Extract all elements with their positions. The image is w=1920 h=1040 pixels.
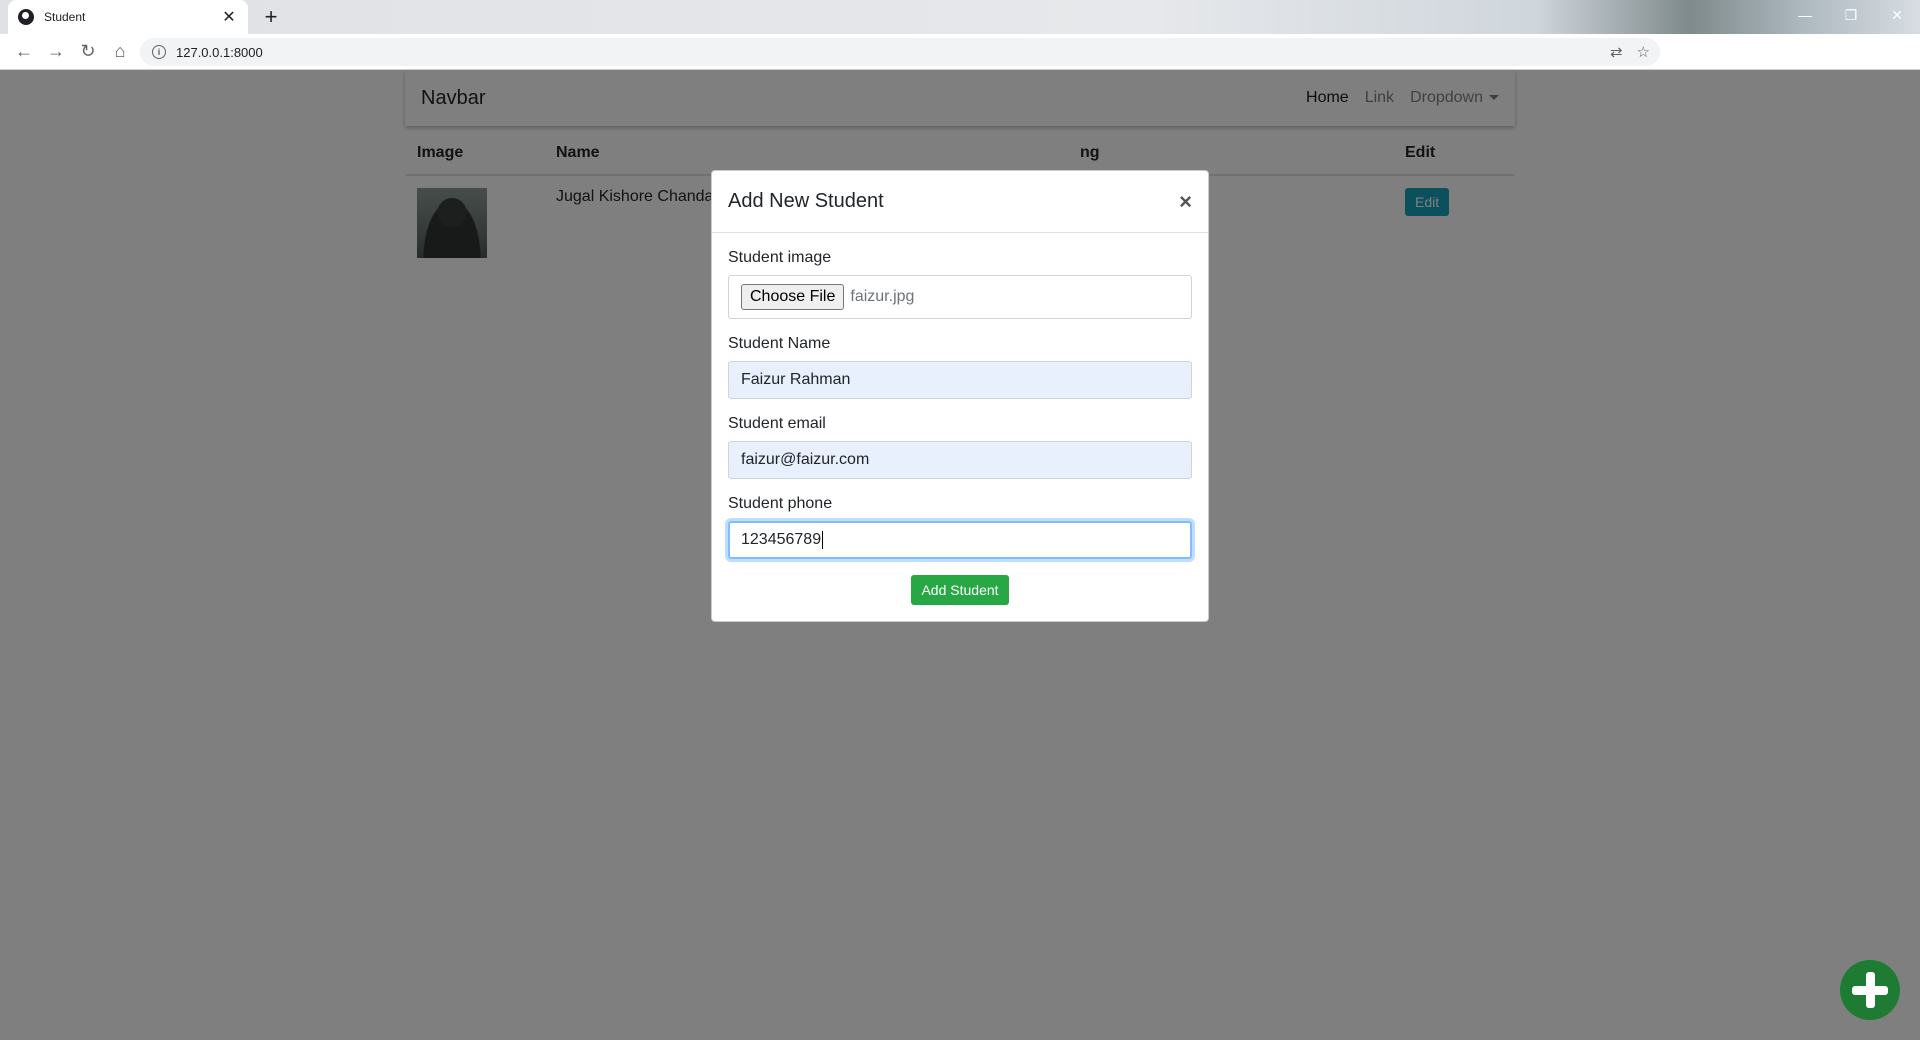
form-group-email: Student email faizur@faizur.com — [728, 415, 1192, 479]
translate-icon[interactable]: ⇄ — [1610, 43, 1623, 61]
address-bar[interactable]: i 127.0.0.1:8000 ⇄ ☆ — [140, 38, 1660, 66]
student-image-label: Student image — [728, 249, 832, 266]
student-phone-field[interactable]: 123456789 — [728, 521, 1192, 559]
restore-icon[interactable]: ❐ — [1828, 0, 1874, 30]
student-phone-value: 123456789 — [741, 531, 822, 548]
modal-header: Add New Student × — [712, 171, 1208, 233]
new-tab-button[interactable]: + — [258, 4, 284, 30]
close-icon[interactable]: × — [1179, 189, 1192, 215]
address-url: 127.0.0.1:8000 — [176, 44, 263, 60]
window-controls: — ❐ ✕ — [1782, 0, 1920, 30]
form-group-phone: Student phone 123456789 — [728, 495, 1192, 559]
back-icon[interactable]: ← — [8, 36, 40, 68]
reload-icon[interactable]: ↻ — [72, 36, 104, 68]
student-image-input[interactable]: Choose File faizur.jpg — [728, 275, 1192, 319]
modal-title: Add New Student — [728, 190, 884, 212]
add-student-modal: Add New Student × Student image Choose F… — [711, 170, 1209, 622]
minimize-icon[interactable]: — — [1782, 0, 1828, 30]
tab-title: Student — [44, 10, 86, 24]
browser-toolbar: ← → ↻ ⌂ i 127.0.0.1:8000 ⇄ ☆ G ▲ ✻ ◉ ◆ ⋮ — [0, 34, 1920, 94]
choose-file-button[interactable]: Choose File — [741, 284, 845, 310]
form-group-name: Student Name Faizur Rahman — [728, 335, 1192, 399]
bookmark-star-icon[interactable]: ☆ — [1637, 43, 1650, 61]
globe-icon — [18, 9, 34, 25]
page: Navbar Home Link Dropdown Image Name ng … — [0, 70, 1920, 1040]
home-icon[interactable]: ⌂ — [104, 36, 136, 68]
close-tab-icon[interactable]: ✕ — [220, 7, 238, 27]
student-name-field[interactable]: Faizur Rahman — [728, 361, 1192, 399]
text-cursor — [822, 531, 824, 549]
student-phone-label: Student phone — [728, 495, 833, 512]
student-email-label: Student email — [728, 415, 826, 432]
add-floating-button[interactable] — [1840, 960, 1900, 1020]
submit-row: Add Student — [728, 575, 1192, 605]
selected-file-name: faizur.jpg — [850, 288, 915, 305]
student-name-label: Student Name — [728, 335, 831, 352]
browser-tabstrip: Student ✕ + — ❐ ✕ — [0, 0, 1920, 34]
modal-body: Student image Choose File faizur.jpg Stu… — [712, 233, 1208, 621]
add-student-button[interactable]: Add Student — [911, 575, 1009, 605]
close-window-icon[interactable]: ✕ — [1874, 0, 1920, 30]
info-icon[interactable]: i — [152, 45, 166, 59]
forward-icon[interactable]: → — [40, 36, 72, 68]
form-group-image: Student image Choose File faizur.jpg — [728, 249, 1192, 319]
student-email-field[interactable]: faizur@faizur.com — [728, 441, 1192, 479]
browser-tab[interactable]: Student ✕ — [8, 0, 248, 34]
